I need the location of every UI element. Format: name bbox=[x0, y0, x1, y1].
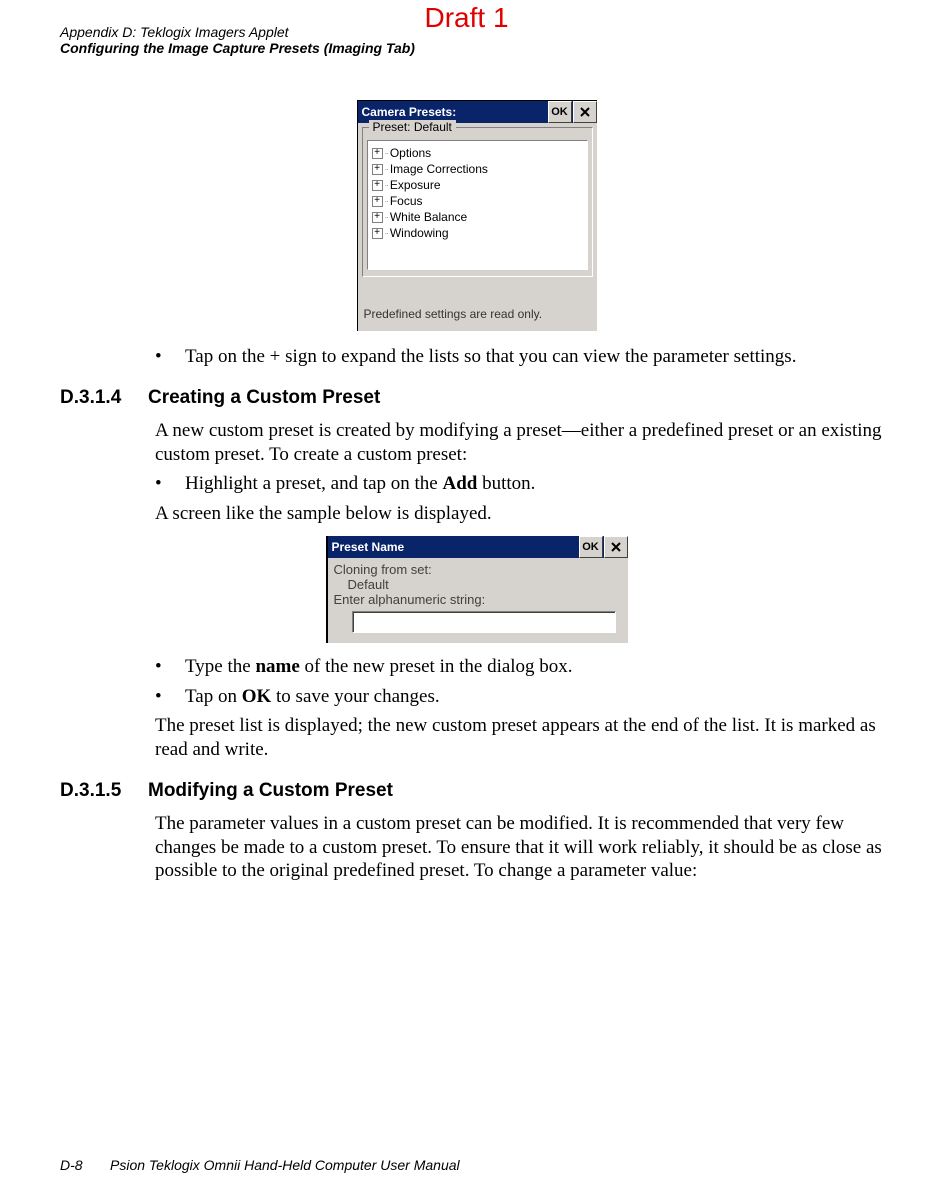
bullet-item: • Highlight a preset, and tap on the Add… bbox=[155, 472, 893, 496]
expand-icon[interactable]: + bbox=[372, 212, 383, 223]
preset-name-window: Preset Name OK Cloning from set: Default… bbox=[326, 536, 628, 643]
window-title: Camera Presets: bbox=[362, 105, 457, 119]
paragraph: The preset list is displayed; the new cu… bbox=[155, 714, 893, 762]
header-line-1: Appendix D: Teklogix Imagers Applet bbox=[60, 24, 415, 40]
close-button[interactable] bbox=[573, 101, 597, 123]
bullet-text: Tap on OK to save your changes. bbox=[185, 685, 440, 709]
preset-panel: Preset: Default +··Options +··Image Corr… bbox=[362, 127, 593, 277]
bullet-item: • Tap on the + sign to expand the lists … bbox=[155, 345, 893, 369]
close-icon bbox=[580, 107, 590, 117]
tree-item[interactable]: +··Focus bbox=[370, 193, 585, 209]
preset-name-input[interactable] bbox=[352, 611, 616, 633]
footer-text: Psion Teklogix Omnii Hand-Held Computer … bbox=[110, 1157, 460, 1173]
ok-button[interactable]: OK bbox=[548, 101, 572, 123]
section-number: D.3.1.5 bbox=[60, 780, 148, 802]
header-line-2: Configuring the Image Capture Presets (I… bbox=[60, 40, 415, 56]
tree-item-label: Focus bbox=[390, 194, 423, 208]
tree-item-label: Exposure bbox=[390, 178, 441, 192]
page-number: D-8 bbox=[60, 1157, 110, 1173]
expand-icon[interactable]: + bbox=[372, 228, 383, 239]
section-heading: D.3.1.5Modifying a Custom Preset bbox=[60, 780, 893, 802]
bullet-item: • Type the name of the new preset in the… bbox=[155, 655, 893, 679]
bullet-marker: • bbox=[155, 472, 185, 496]
cloning-label: Cloning from set: bbox=[334, 562, 622, 577]
tree-item-label: Windowing bbox=[390, 226, 449, 240]
tree-item-label: Image Corrections bbox=[390, 162, 488, 176]
bullet-marker: • bbox=[155, 345, 185, 369]
page-content: Camera Presets: OK Preset: Default +··Op… bbox=[60, 100, 893, 889]
preset-name-titlebar: Preset Name OK bbox=[328, 536, 628, 558]
expand-icon[interactable]: + bbox=[372, 148, 383, 159]
tree-item[interactable]: +··Exposure bbox=[370, 177, 585, 193]
preset-panel-label: Preset: Default bbox=[369, 120, 456, 134]
enter-string-label: Enter alphanumeric string: bbox=[334, 592, 622, 607]
bullet-marker: • bbox=[155, 655, 185, 679]
section-number: D.3.1.4 bbox=[60, 387, 148, 409]
paragraph: The parameter values in a custom preset … bbox=[155, 812, 893, 883]
section-title: Creating a Custom Preset bbox=[148, 387, 380, 408]
section-title: Modifying a Custom Preset bbox=[148, 780, 393, 801]
tree-item[interactable]: +··Windowing bbox=[370, 225, 585, 241]
preset-tree[interactable]: +··Options +··Image Corrections +··Expos… bbox=[367, 140, 588, 270]
tree-item[interactable]: +··White Balance bbox=[370, 209, 585, 225]
ok-button[interactable]: OK bbox=[579, 536, 603, 558]
window-title: Preset Name bbox=[332, 540, 405, 554]
expand-icon[interactable]: + bbox=[372, 180, 383, 191]
bullet-text: Type the name of the new preset in the d… bbox=[185, 655, 573, 679]
cloning-value: Default bbox=[334, 577, 622, 592]
paragraph: A screen like the sample below is displa… bbox=[155, 502, 893, 526]
tree-item-label: Options bbox=[390, 146, 431, 160]
close-button[interactable] bbox=[604, 536, 628, 558]
close-icon bbox=[611, 542, 621, 552]
page-header: Appendix D: Teklogix Imagers Applet Conf… bbox=[60, 24, 415, 56]
bullet-marker: • bbox=[155, 685, 185, 709]
tree-item[interactable]: +··Options bbox=[370, 145, 585, 161]
bullet-item: • Tap on OK to save your changes. bbox=[155, 685, 893, 709]
expand-icon[interactable]: + bbox=[372, 164, 383, 175]
bullet-text: Tap on the + sign to expand the lists so… bbox=[185, 345, 796, 369]
bullet-text: Highlight a preset, and tap on the Add b… bbox=[185, 472, 535, 496]
tree-item[interactable]: +··Image Corrections bbox=[370, 161, 585, 177]
tree-item-label: White Balance bbox=[390, 210, 467, 224]
expand-icon[interactable]: + bbox=[372, 196, 383, 207]
page-footer: D-8Psion Teklogix Omnii Hand-Held Comput… bbox=[60, 1157, 460, 1173]
status-text: Predefined settings are read only. bbox=[358, 281, 597, 331]
camera-presets-window: Camera Presets: OK Preset: Default +··Op… bbox=[357, 100, 597, 331]
section-heading: D.3.1.4Creating a Custom Preset bbox=[60, 387, 893, 409]
paragraph: A new custom preset is created by modify… bbox=[155, 419, 893, 467]
